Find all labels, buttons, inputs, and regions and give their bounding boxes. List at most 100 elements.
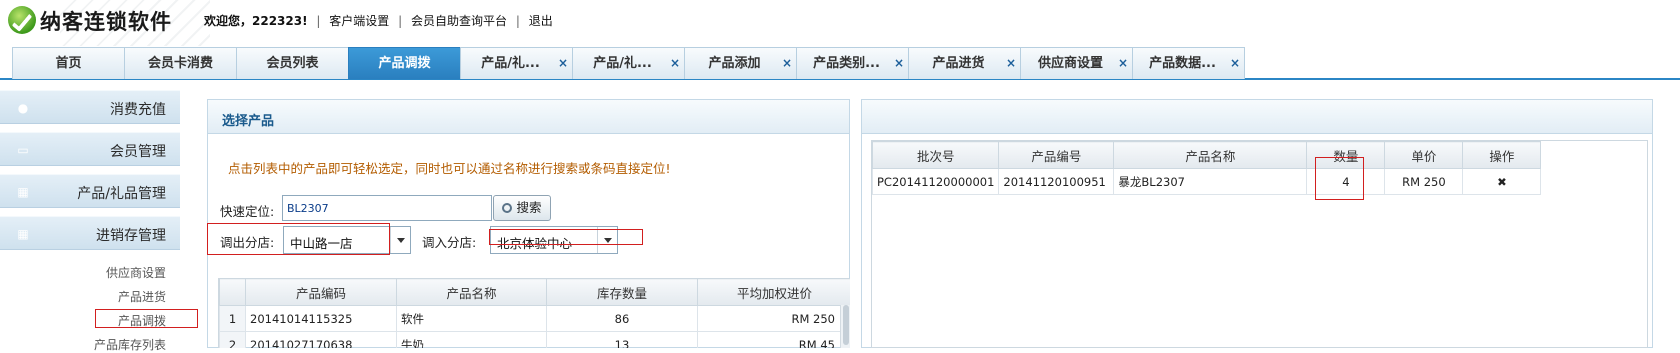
close-icon[interactable]: × [1006,48,1016,79]
top-links: 欢迎您，222323! | 客户端设置 | 会员自助查询平台 | 退出 [204,12,553,29]
close-icon[interactable]: × [894,48,904,79]
unit-price-cell: RM 250 [1384,168,1464,195]
close-icon[interactable]: × [782,48,792,79]
search-button-label: 搜索 [516,200,542,215]
delete-icon[interactable]: ✖ [1462,168,1542,195]
column-header[interactable]: 库存数量 [546,278,698,306]
tab-label: 产品调拨 [378,56,431,71]
column-header[interactable]: 产品名称 [396,278,547,306]
sidebar-item-inventory[interactable]: ▦ 进销存管理 [0,216,180,250]
panel-header [862,100,1652,134]
tab-product-gift-2[interactable]: 产品/礼... × [572,47,685,79]
in-store-label: 调入分店: [422,235,477,250]
sub-item-product-stock-list[interactable]: 产品库存列表 [94,336,166,353]
welcome-text: 欢迎您，222323! [204,14,308,28]
product-code-cell: 20141027170638 [245,331,397,348]
price-cell: RM 250 [697,305,850,332]
tab-label: 供应商设置 [1037,56,1103,71]
user-icon: ● [17,101,29,115]
table-row: PC20141120000001 20141120100951 暴龙BL2307… [871,168,1542,195]
close-icon[interactable]: × [670,48,680,79]
member-card-icon: ▭ [17,143,29,157]
inventory-icon: ▦ [17,227,29,241]
tab-product-data[interactable]: 产品数据... × [1132,47,1245,79]
product-code-cell: 20141014115325 [245,305,397,332]
panel-title: 选择产品 [222,114,275,129]
search-button[interactable]: 搜索 [493,195,551,221]
tab-label: 会员卡消费 [147,56,213,71]
column-header: 单价 [1384,141,1464,169]
highlight-box [95,309,198,328]
tab-product-category[interactable]: 产品类别... × [796,47,909,79]
chevron-down-icon [390,227,410,253]
sub-item-supplier-settings[interactable]: 供应商设置 [106,264,166,281]
column-header: 产品名称 [1113,141,1308,169]
table-row[interactable]: 1 20141014115325 软件 86 RM 250 [219,305,850,332]
table-row[interactable]: 2 20141027170638 牛奶 13 RM 45 [219,331,850,348]
highlight-box [1315,157,1364,200]
stock-cell: 86 [546,305,698,332]
close-icon[interactable]: × [558,48,568,79]
close-icon[interactable]: × [1118,48,1128,79]
separator: | [398,14,403,28]
logout-link[interactable]: 退出 [529,14,553,28]
client-settings-link[interactable]: 客户端设置 [329,14,389,28]
price-cell: RM 45 [697,331,850,348]
product-name-cell: 暴龙BL2307 [1113,168,1308,195]
separator: | [515,14,520,28]
tab-label: 产品数据... [1149,56,1216,71]
quick-locate-input[interactable]: BL2307 [282,195,492,221]
close-icon[interactable]: × [1230,48,1240,79]
tab-product-add[interactable]: 产品添加 × [684,47,797,79]
tab-label: 产品/礼... [593,56,652,71]
highlight-box [207,223,390,255]
sidebar-item-label: 消费充值 [110,102,166,118]
tab-label: 首页 [55,56,82,71]
table-header-row: 批次号 产品编号 产品名称 数量 单价 操作 [871,141,1542,169]
column-header[interactable]: 平均加权进价 [697,278,850,306]
batch-cell: PC20141120000001 [871,168,1000,195]
tab-member-list[interactable]: 会员列表 [236,47,349,79]
sidebar-item-product-gift[interactable]: ▦ 产品/礼品管理 [0,174,180,208]
logo-text: 纳客连锁软件 [40,10,172,34]
table-scrollbar[interactable] [840,305,850,348]
tab-label: 产品添加 [708,56,761,71]
product-name-cell: 牛奶 [396,331,547,348]
sub-item-product-purchase[interactable]: 产品进货 [118,288,166,305]
separator: | [316,14,321,28]
tab-label: 产品/礼... [481,56,540,71]
tab-supplier-settings[interactable]: 供应商设置 × [1020,47,1133,79]
transfer-table: 批次号 产品编号 产品名称 数量 单价 操作 PC20141120000001 … [871,140,1648,348]
table-header-row: 产品编码 产品名称 库存数量 平均加权进价 [219,278,850,306]
sidebar-item-consume-recharge[interactable]: ● 消费充值 [0,90,180,124]
panel-header: 选择产品 [208,100,849,134]
gift-icon: ▦ [17,185,29,199]
column-header: 批次号 [871,141,1000,169]
app-header: 纳客连锁软件 欢迎您，222323! | 客户端设置 | 会员自助查询平台 | … [0,0,1680,46]
column-header: 操作 [1462,141,1542,169]
product-no-cell: 20141120100951 [998,168,1115,195]
stock-cell: 13 [546,331,698,348]
row-number: 2 [219,331,246,348]
tab-product-gift-1[interactable]: 产品/礼... × [460,47,573,79]
product-name-cell: 软件 [396,305,547,332]
tab-home[interactable]: 首页 [12,47,125,79]
column-header [219,278,246,306]
product-table: 产品编码 产品名称 库存数量 平均加权进价 1 20141014115325 软… [218,278,850,348]
scrollbar-thumb[interactable] [843,305,849,345]
quick-locate-label: 快速定位: [220,204,275,219]
tab-product-purchase[interactable]: 产品进货 × [908,47,1021,79]
tab-member-card-consume[interactable]: 会员卡消费 [124,47,237,79]
sidebar-item-member-management[interactable]: ▭ 会员管理 [0,132,180,166]
sidebar-item-label: 会员管理 [110,144,166,160]
sidebar-item-label: 产品/礼品管理 [77,186,166,202]
column-header[interactable]: 产品编码 [245,278,397,306]
hint-text: 点击列表中的产品即可轻松选定，同时也可以通过名称进行搜索或条码直接定位! [228,161,671,176]
member-self-query-link[interactable]: 会员自助查询平台 [411,14,507,28]
logo-icon [8,6,36,34]
search-icon [502,203,513,213]
row-number: 1 [219,305,246,332]
tab-bar: 首页 会员卡消费 会员列表 产品调拨 产品/礼... × 产品/礼... × 产品添… [0,46,1680,80]
highlight-box [489,229,643,245]
tab-product-transfer[interactable]: 产品调拨 [348,47,461,79]
